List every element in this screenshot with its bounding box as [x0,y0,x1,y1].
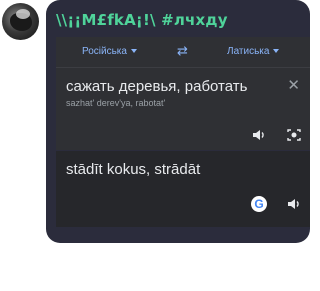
source-language-label: Російська [82,46,127,57]
sender-name[interactable]: \\¡¡M£fkA¡!\ #лчхду [56,11,228,29]
avatar-highlight [16,9,30,19]
speaker-icon[interactable] [251,127,267,143]
source-language-selector[interactable]: Російська [82,46,137,57]
translation-panel: stādīt kokus, strādāt G [56,151,310,227]
translated-text: stādīt kokus, strādāt [66,161,201,178]
google-logo-letter: G [254,197,264,211]
source-text: сажать деревья, работать [66,78,248,95]
google-icon[interactable]: G [251,196,267,212]
source-panel: сажать деревья, работать sazhat' derev'y… [56,68,310,150]
transliteration-text: sazhat' derev'ya, rabotat' [66,98,166,108]
avatar[interactable] [2,3,39,40]
close-icon[interactable]: ✕ [287,76,300,94]
language-bar: Російська ⇄ Латиська [56,37,310,68]
speaker-icon[interactable] [286,196,302,212]
camera-icon[interactable] [286,127,302,143]
target-language-selector[interactable]: Латиська [227,46,280,57]
target-language-label: Латиська [227,46,270,57]
chevron-down-icon [273,49,280,53]
chevron-down-icon [130,49,137,53]
swap-icon[interactable]: ⇄ [177,43,188,59]
